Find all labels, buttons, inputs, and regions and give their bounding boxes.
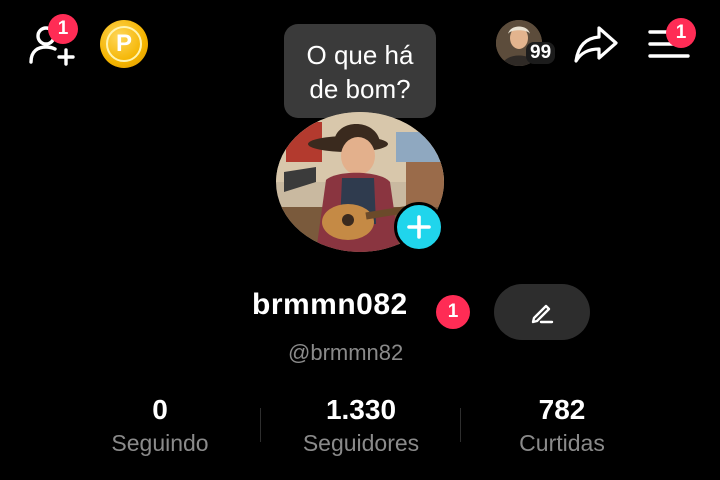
add-friend-badge: 1 xyxy=(48,14,78,44)
profile-handle: @brmmn82 xyxy=(288,340,404,365)
stat-label: Seguindo xyxy=(111,430,209,456)
stat-label: Curtidas xyxy=(519,430,605,456)
username-badge: 1 xyxy=(436,295,470,329)
stat-following[interactable]: 0 Seguindo xyxy=(80,394,240,457)
divider xyxy=(260,408,261,442)
tooltip-line-2: de bom? xyxy=(309,74,411,104)
stat-value: 0 xyxy=(152,394,168,425)
add-avatar-button[interactable] xyxy=(394,202,444,252)
stat-value: 782 xyxy=(538,394,586,425)
share-arrow-icon xyxy=(574,26,618,63)
stat-label: Seguidores xyxy=(302,430,420,456)
stat-likes[interactable]: 782 Curtidas xyxy=(482,394,642,457)
profile-viewers-count: 99 xyxy=(526,42,556,64)
coin-icon: P xyxy=(106,26,142,62)
divider xyxy=(460,408,461,442)
whats-new-tooltip[interactable]: O que há de bom? xyxy=(284,24,436,128)
menu-badge: 1 xyxy=(666,18,696,48)
pencil-icon xyxy=(531,304,554,324)
tooltip-line-1: O que há xyxy=(306,40,414,70)
edit-profile-button[interactable] xyxy=(494,284,590,340)
stat-value: 1.330 xyxy=(325,394,397,425)
coin-button[interactable]: P xyxy=(100,20,148,68)
plus-icon xyxy=(407,215,431,239)
share-button[interactable] xyxy=(572,22,620,66)
profile-username: brmmn082 xyxy=(252,288,408,321)
stat-followers[interactable]: 1.330 Seguidores xyxy=(281,394,441,457)
